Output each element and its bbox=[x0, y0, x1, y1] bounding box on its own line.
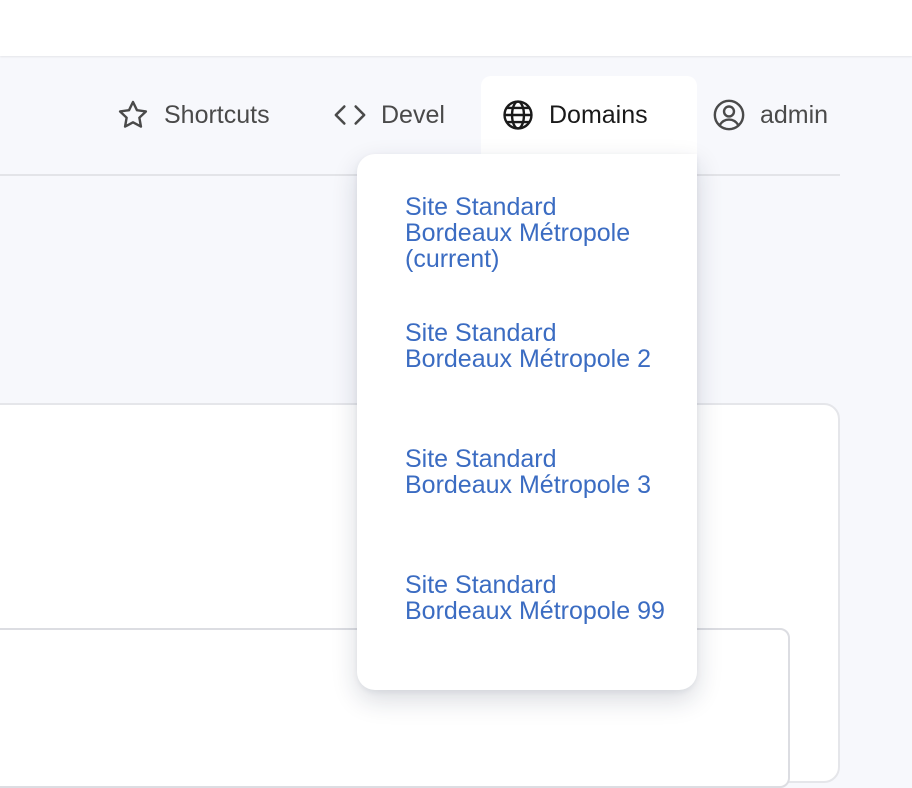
user-circle-icon bbox=[712, 98, 746, 132]
domain-item-2[interactable]: Site Standard Bordeaux Métropole 2 bbox=[405, 320, 665, 372]
shortcuts-label: Shortcuts bbox=[164, 100, 270, 129]
shortcuts-menu-button[interactable]: Shortcuts bbox=[116, 76, 270, 154]
top-bar bbox=[0, 0, 912, 56]
domains-dropdown: Site Standard Bordeaux Métropole (curren… bbox=[357, 154, 697, 690]
user-label: admin bbox=[760, 100, 829, 129]
star-icon bbox=[116, 98, 150, 132]
devel-menu-button[interactable]: Devel bbox=[333, 76, 445, 154]
globe-icon bbox=[501, 98, 535, 132]
user-menu-button[interactable]: admin bbox=[712, 76, 828, 154]
domain-item-current[interactable]: Site Standard Bordeaux Métropole (curren… bbox=[405, 194, 665, 272]
code-icon bbox=[333, 98, 367, 132]
domain-item-99[interactable]: Site Standard Bordeaux Métropole 99 bbox=[405, 572, 665, 624]
devel-label: Devel bbox=[381, 100, 445, 129]
domains-label: Domains bbox=[549, 100, 648, 129]
domains-menu-button[interactable]: Domains bbox=[481, 76, 697, 154]
domain-item-3[interactable]: Site Standard Bordeaux Métropole 3 bbox=[405, 446, 665, 498]
